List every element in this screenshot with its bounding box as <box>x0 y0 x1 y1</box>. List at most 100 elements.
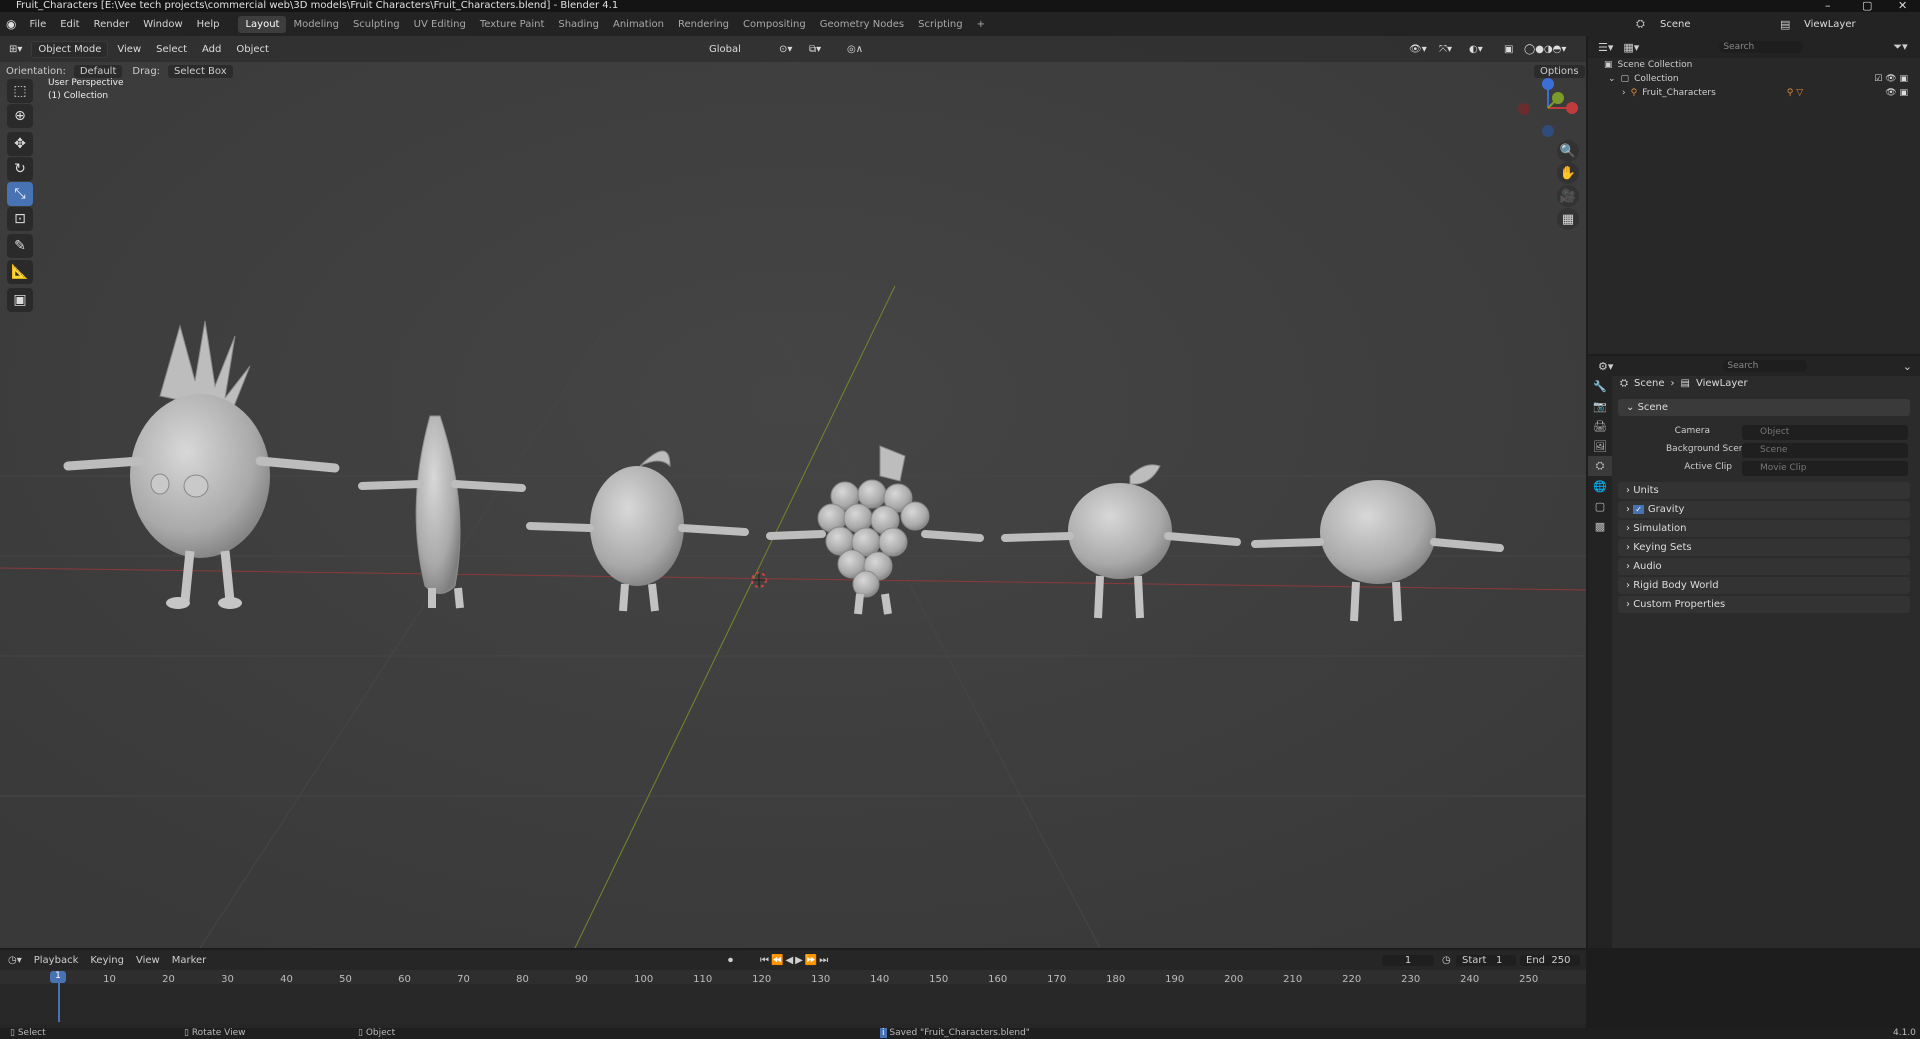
current-frame-field[interactable]: 1 <box>1382 954 1434 966</box>
tool-tab-icon[interactable]: 🔧 <box>1588 376 1612 396</box>
snap-icon[interactable]: ⧉▾ <box>803 42 827 57</box>
timeline-editor-icon[interactable]: ◷▾ <box>8 955 22 966</box>
view-menu[interactable]: View <box>136 955 160 966</box>
visibility-eye-icon[interactable]: 👁 ▣ <box>1885 88 1908 98</box>
tab-geometry-nodes[interactable]: Geometry Nodes <box>813 16 911 33</box>
panel-simulation[interactable]: › Simulation <box>1618 520 1910 537</box>
expand-icon[interactable]: ⌄ <box>1608 74 1616 84</box>
world-tab-icon[interactable]: 🌐 <box>1588 476 1612 496</box>
collection-tab-icon[interactable]: ▢ <box>1588 496 1612 516</box>
record-icon[interactable]: ⏺ <box>728 955 733 966</box>
transform-tool-icon[interactable]: ⊡ <box>7 207 33 231</box>
menu-file[interactable]: File <box>22 19 53 30</box>
outliner-editor-icon[interactable]: ☰▾ <box>1598 41 1613 54</box>
mode-selector[interactable]: Object Mode <box>31 40 109 58</box>
properties-editor-icon[interactable]: ⚙▾ <box>1598 360 1613 373</box>
active-clip-field[interactable]: Movie Clip <box>1742 461 1908 476</box>
keying-menu[interactable]: Keying <box>90 955 124 966</box>
panel-keying-sets[interactable]: › Keying Sets <box>1618 539 1910 556</box>
select-tool-icon[interactable]: ⬚ <box>7 79 33 103</box>
tab-sculpting[interactable]: Sculpting <box>346 16 407 33</box>
outliner-row[interactable]: ▣ Scene Collection <box>1604 60 1692 70</box>
measure-tool-icon[interactable]: 📐 <box>7 260 33 284</box>
view-layer-tab-icon[interactable]: 🖼 <box>1588 436 1612 456</box>
expand-icon[interactable]: › <box>1622 88 1626 98</box>
proportional-edit-icon[interactable]: ◎∧ <box>841 42 869 57</box>
gizmo-toggle-icon[interactable]: ⤧▾ <box>1433 42 1458 57</box>
tab-animation[interactable]: Animation <box>606 16 671 33</box>
panel-scene-header[interactable]: ⌄ Scene <box>1618 399 1910 416</box>
options-button[interactable]: Options <box>1534 64 1585 78</box>
viewlayer-selector[interactable]: ViewLayer <box>1804 19 1856 30</box>
camera-view-icon[interactable]: 🎥 <box>1557 185 1579 207</box>
clock-icon[interactable]: ◷ <box>1442 955 1451 966</box>
menu-window[interactable]: Window <box>136 19 189 30</box>
maximize-icon[interactable]: ▢ <box>1862 0 1872 12</box>
scale-tool-icon[interactable]: ⤡ <box>7 182 33 206</box>
scene-icon[interactable]: ⛭ <box>1636 17 1645 31</box>
visibility-icon[interactable]: 👁▾ <box>1403 42 1433 57</box>
shading-mode-icons[interactable]: ◯●◑◓▾ <box>1518 42 1572 57</box>
start-frame-field[interactable]: Start 1 <box>1456 954 1516 966</box>
drag-selector[interactable]: Select Box <box>168 64 233 78</box>
tab-shading[interactable]: Shading <box>551 16 606 33</box>
outliner-search-input[interactable]: Search <box>1719 41 1804 53</box>
scene-tab-icon[interactable]: ⛭ <box>1588 456 1612 476</box>
orientation-selector[interactable]: Default <box>73 64 123 78</box>
move-tool-icon[interactable]: ✥ <box>7 132 33 156</box>
playback-controls-icon[interactable]: ⏮⏪◀▶⏩⏭ <box>760 955 830 966</box>
outliner-row[interactable]: ⌄ ▢ Collection ☑ 👁 ▣ <box>1608 74 1908 84</box>
zoom-icon[interactable]: 🔍 <box>1557 140 1579 162</box>
rotate-tool-icon[interactable]: ↻ <box>7 157 33 181</box>
panel-audio[interactable]: › Audio <box>1618 558 1910 575</box>
output-tab-icon[interactable]: 🖨 <box>1588 416 1612 436</box>
viewlayer-icon[interactable]: ▤ <box>1780 18 1790 31</box>
marker-menu[interactable]: Marker <box>172 955 207 966</box>
pivot-icon[interactable]: ⊙▾ <box>773 42 798 57</box>
background-scene-field[interactable]: Scene <box>1742 443 1908 458</box>
3d-viewport[interactable]: ⊞▾ Object Mode View Select Add Object Gl… <box>0 36 1586 948</box>
tab-uv-editing[interactable]: UV Editing <box>407 16 473 33</box>
outliner-row[interactable]: › ⚲ Fruit_Characters ⚲ ▽ 👁 ▣ <box>1622 88 1908 98</box>
tab-compositing[interactable]: Compositing <box>736 16 813 33</box>
timeline-panel[interactable]: ◷▾ Playback Keying View Marker ⏺ ⏮⏪◀▶⏩⏭ … <box>0 950 1586 1030</box>
panel-gravity[interactable]: › ✓ Gravity <box>1618 501 1910 518</box>
chevron-down-icon[interactable]: ⌄ <box>1903 360 1912 373</box>
scene-selector[interactable]: Scene <box>1660 19 1691 30</box>
ortho-grid-icon[interactable]: ▦ <box>1557 208 1579 230</box>
transform-orientation-selector[interactable]: Global <box>703 42 747 57</box>
editor-type-icon[interactable]: ⊞▾ <box>3 42 28 57</box>
panel-units[interactable]: › Units <box>1618 482 1910 499</box>
pan-hand-icon[interactable]: ✋ <box>1557 162 1579 184</box>
end-frame-field[interactable]: End 250 <box>1520 954 1580 966</box>
tab-scripting[interactable]: Scripting <box>911 16 969 33</box>
menu-edit[interactable]: Edit <box>53 19 86 30</box>
select-menu[interactable]: Select <box>150 42 193 57</box>
add-workspace-icon[interactable]: + <box>970 16 992 33</box>
keyframe-area[interactable] <box>0 984 1586 1024</box>
camera-field[interactable]: Object <box>1742 425 1908 440</box>
overlay-toggle-icon[interactable]: ◐▾ <box>1463 42 1489 57</box>
xray-icon[interactable]: ▣ <box>1498 42 1519 57</box>
tab-modeling[interactable]: Modeling <box>286 16 346 33</box>
filter-icon[interactable]: ⏷▾ <box>1893 40 1907 54</box>
blender-logo-icon[interactable]: ◉ <box>0 17 22 31</box>
tab-rendering[interactable]: Rendering <box>671 16 736 33</box>
properties-search-input[interactable]: Search <box>1723 360 1808 372</box>
add-cube-tool-icon[interactable]: ▣ <box>7 288 33 312</box>
annotate-tool-icon[interactable]: ✎ <box>7 234 33 258</box>
minimize-icon[interactable]: – <box>1825 0 1831 12</box>
tab-texture-paint[interactable]: Texture Paint <box>473 16 552 33</box>
render-tab-icon[interactable]: 📷 <box>1588 396 1612 416</box>
menu-render[interactable]: Render <box>87 19 137 30</box>
close-icon[interactable]: ✕ <box>1898 0 1907 12</box>
playback-menu[interactable]: Playback <box>34 955 79 966</box>
object-menu[interactable]: Object <box>230 42 275 57</box>
add-menu[interactable]: Add <box>196 42 227 57</box>
panel-custom-properties[interactable]: › Custom Properties <box>1618 596 1910 613</box>
visibility-eye-icon[interactable]: ☑ 👁 ▣ <box>1874 74 1908 84</box>
tab-layout[interactable]: Layout <box>238 15 287 33</box>
cursor-tool-icon[interactable]: ⊕ <box>7 104 33 128</box>
gravity-checkbox[interactable]: ✓ <box>1633 505 1644 514</box>
texture-tab-icon[interactable]: ▩ <box>1588 516 1612 536</box>
